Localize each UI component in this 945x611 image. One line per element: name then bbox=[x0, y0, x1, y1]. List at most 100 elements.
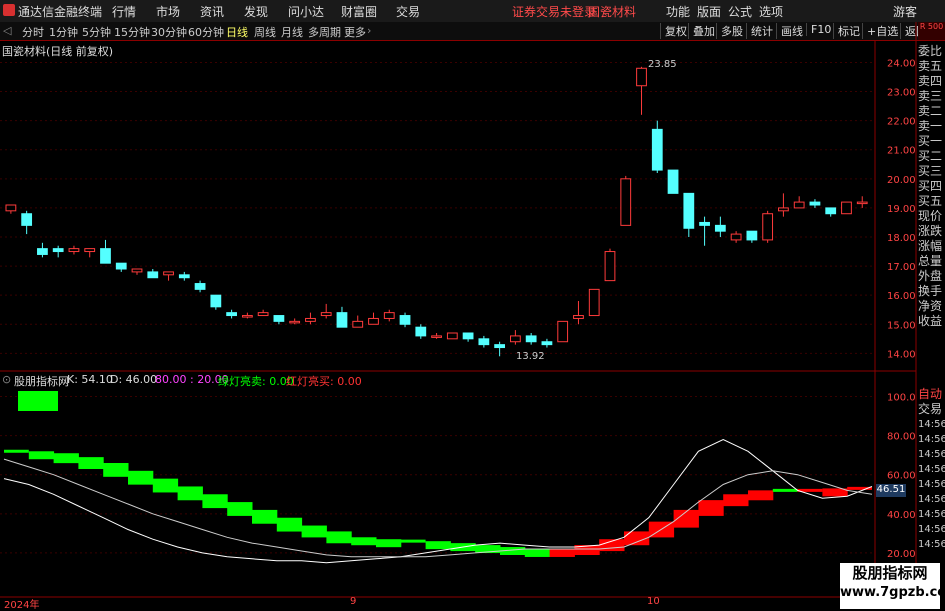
k-value: K: 54.10 bbox=[67, 373, 113, 386]
candle-body bbox=[667, 169, 679, 194]
side-item[interactable]: 买一 bbox=[918, 134, 945, 149]
candle-body bbox=[352, 320, 364, 328]
side-panel-items: 委比 卖五 卖四 卖三 卖二 卖一 买一 买二 买三 买四 买五 现价 涨跌 涨幅 总量 外盘 换手 净资 收益 bbox=[918, 44, 945, 329]
indicator-menu-icon[interactable]: ⊙ bbox=[2, 373, 11, 386]
side-item[interactable]: 买二 bbox=[918, 149, 945, 164]
side-lower-item[interactable]: 交易 bbox=[918, 402, 945, 417]
prev-icon[interactable]: ◁ bbox=[3, 24, 11, 37]
tab-30min[interactable]: 30分钟 bbox=[151, 24, 187, 40]
tab-monthly[interactable]: 月线 bbox=[281, 24, 303, 40]
menu-news[interactable]: 资讯 bbox=[200, 3, 224, 20]
mark-button[interactable]: 标记 bbox=[833, 23, 860, 39]
side-item[interactable]: 卖五 bbox=[918, 59, 945, 74]
price-tick-label: 22.00 bbox=[887, 117, 916, 128]
watermark-title: 股朋指标网 bbox=[852, 564, 928, 582]
draw-button[interactable]: 画线 bbox=[776, 23, 803, 39]
band-block bbox=[376, 539, 402, 548]
side-item[interactable]: 买五 bbox=[918, 194, 945, 209]
menu-market[interactable]: 市场 bbox=[156, 3, 180, 20]
overlay-button[interactable]: 叠加 bbox=[688, 23, 715, 39]
side-item[interactable]: 总量 bbox=[918, 254, 945, 269]
menu-function[interactable]: 功能 bbox=[666, 3, 690, 20]
menu-guest[interactable]: 游客 bbox=[893, 3, 917, 20]
candle-body bbox=[147, 271, 159, 279]
tab-more[interactable]: 更多 bbox=[344, 24, 366, 40]
band-block bbox=[252, 509, 278, 524]
side-item[interactable]: 涨跌 bbox=[918, 224, 945, 239]
side-item[interactable]: 卖三 bbox=[918, 89, 945, 104]
side-lower-item[interactable]: 自动 bbox=[918, 387, 945, 402]
f10-button[interactable]: F10 bbox=[806, 23, 831, 36]
candle-body bbox=[730, 233, 742, 241]
band-block bbox=[748, 490, 774, 501]
side-item[interactable]: 买三 bbox=[918, 164, 945, 179]
menu-options[interactable]: 选项 bbox=[759, 3, 783, 20]
price-tick-label: 21.00 bbox=[887, 146, 916, 157]
tab-multi-period[interactable]: 多周期 bbox=[308, 24, 341, 40]
candle-body bbox=[510, 335, 521, 343]
menu-trade[interactable]: 交易 bbox=[396, 3, 420, 20]
indicator-tick-label: 60.00 bbox=[887, 471, 916, 482]
indicator-tick-label: 40.00 bbox=[887, 510, 916, 521]
price-tick-label: 20.00 bbox=[887, 175, 916, 186]
login-status[interactable]: 证券交易未登录 bbox=[512, 3, 596, 20]
candle-body bbox=[699, 221, 710, 226]
indicator-name[interactable]: 股朋指标网 bbox=[14, 373, 69, 389]
side-time: 14:56 bbox=[918, 494, 945, 505]
candle-body bbox=[841, 201, 852, 215]
menu-discover[interactable]: 发现 bbox=[244, 3, 268, 20]
side-item[interactable]: 卖四 bbox=[918, 74, 945, 89]
watermark-url: www.7gpzb.com bbox=[840, 585, 945, 600]
candle-body bbox=[399, 315, 411, 325]
multi-stock-button[interactable]: 多股 bbox=[716, 23, 743, 39]
side-item[interactable]: 委比 bbox=[918, 44, 945, 59]
candle-body bbox=[52, 248, 64, 253]
candle-body bbox=[178, 274, 190, 279]
side-time: 14:56 bbox=[918, 449, 945, 460]
side-item[interactable]: 换手 bbox=[918, 284, 945, 299]
candle-body bbox=[21, 213, 33, 226]
band-block bbox=[276, 517, 303, 532]
band-block bbox=[177, 486, 203, 501]
candle-body bbox=[163, 271, 174, 276]
tab-15min[interactable]: 15分钟 bbox=[114, 24, 150, 40]
menu-ask[interactable]: 问小达 bbox=[288, 3, 324, 20]
side-panel-header[interactable]: R 500 bbox=[918, 22, 945, 40]
candle-body bbox=[778, 207, 789, 212]
side-item[interactable]: 现价 bbox=[918, 209, 945, 224]
tab-daily[interactable]: 日线 bbox=[226, 24, 248, 40]
side-item[interactable]: 净资 bbox=[918, 299, 945, 314]
tab-60min[interactable]: 60分钟 bbox=[188, 24, 224, 40]
menu-wealth[interactable]: 财富圈 bbox=[341, 3, 377, 20]
side-item[interactable]: 外盘 bbox=[918, 269, 945, 284]
current-stock: 国瓷材料 bbox=[588, 5, 637, 19]
x-label-sep: 9 bbox=[350, 596, 357, 607]
candle-body bbox=[604, 251, 616, 282]
tab-intraday[interactable]: 分时 bbox=[22, 24, 44, 40]
adjust-button[interactable]: 复权 bbox=[660, 23, 687, 39]
tab-1min[interactable]: 1分钟 bbox=[49, 24, 78, 40]
chevron-right-icon[interactable]: › bbox=[367, 24, 371, 37]
add-watchlist-button[interactable]: +自选 bbox=[862, 23, 898, 39]
side-item[interactable]: 买四 bbox=[918, 179, 945, 194]
band-block bbox=[574, 545, 600, 555]
candle-body bbox=[825, 207, 837, 215]
side-time: 14:56 bbox=[918, 539, 945, 550]
side-item[interactable]: 卖二 bbox=[918, 104, 945, 119]
high-price-label: 23.85 bbox=[648, 59, 677, 70]
band-block bbox=[549, 549, 575, 557]
side-item[interactable]: 收益 bbox=[918, 314, 945, 329]
candle-body bbox=[383, 312, 395, 319]
menu-quotes[interactable]: 行情 bbox=[112, 3, 136, 20]
stats-button[interactable]: 统计 bbox=[746, 23, 773, 39]
band-block bbox=[624, 531, 650, 546]
menu-layout[interactable]: 版面 bbox=[697, 3, 721, 20]
candle-body bbox=[241, 315, 253, 318]
side-item[interactable]: 涨幅 bbox=[918, 239, 945, 254]
side-item[interactable]: 卖一 bbox=[918, 119, 945, 134]
candle-body bbox=[793, 201, 805, 209]
menu-formula[interactable]: 公式 bbox=[728, 3, 752, 20]
band-block bbox=[500, 547, 526, 555]
tab-weekly[interactable]: 周线 bbox=[254, 24, 276, 40]
tab-5min[interactable]: 5分钟 bbox=[82, 24, 111, 40]
